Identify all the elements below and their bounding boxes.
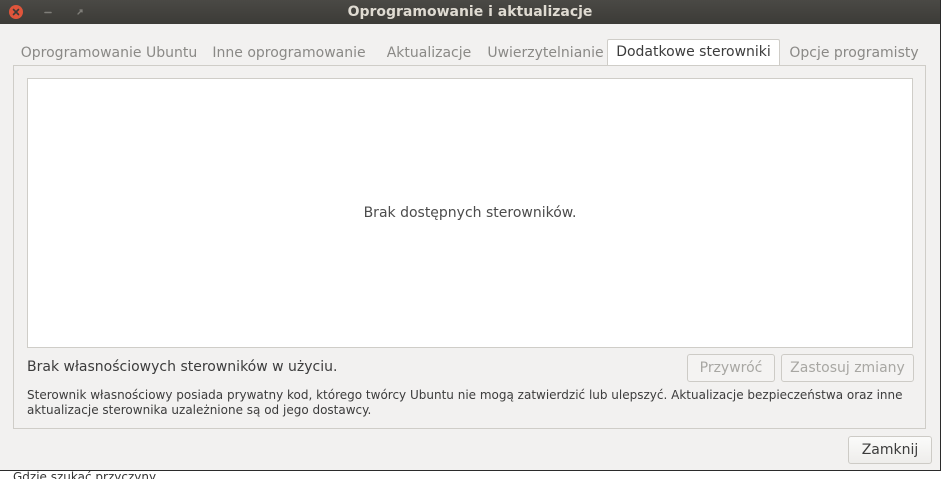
tab-updates[interactable]: Aktualizacje (373, 40, 485, 66)
tab-developer-options[interactable]: Opcje programisty (781, 40, 927, 66)
additional-drivers-panel: Brak dostępnych sterowników. Brak własno… (13, 65, 926, 429)
tab-authentication[interactable]: Uwierzytelnianie (485, 40, 606, 66)
software-updates-window: Oprogramowanie i aktualizacje Oprogramow… (0, 0, 940, 470)
window-title: Oprogramowanie i aktualizacje (347, 4, 593, 20)
title-bar: Oprogramowanie i aktualizacje (0, 0, 940, 24)
tab-bar: Oprogramowanie Ubuntu Inne oprogramowani… (13, 39, 927, 66)
background-text: Gdzie szukać przyczyny (13, 470, 157, 479)
close-button[interactable]: Zamknij (848, 436, 932, 464)
tab-other-software[interactable]: Inne oprogramowanie (205, 40, 373, 66)
proprietary-driver-info: Sterownik własnościowy posiada prywatny … (27, 388, 903, 417)
driver-status-text: Brak własnościowych sterowników w użyciu… (27, 359, 338, 375)
driver-list[interactable]: Brak dostępnych sterowników. (27, 78, 913, 348)
tab-additional-drivers[interactable]: Dodatkowe sterowniki (607, 39, 780, 65)
revert-button[interactable]: Przywróć (687, 354, 775, 382)
apply-changes-button[interactable]: Zastosuj zmiany (781, 354, 914, 382)
tab-ubuntu-software[interactable]: Oprogramowanie Ubuntu (13, 40, 205, 66)
no-drivers-message: Brak dostępnych sterowników. (363, 205, 577, 221)
